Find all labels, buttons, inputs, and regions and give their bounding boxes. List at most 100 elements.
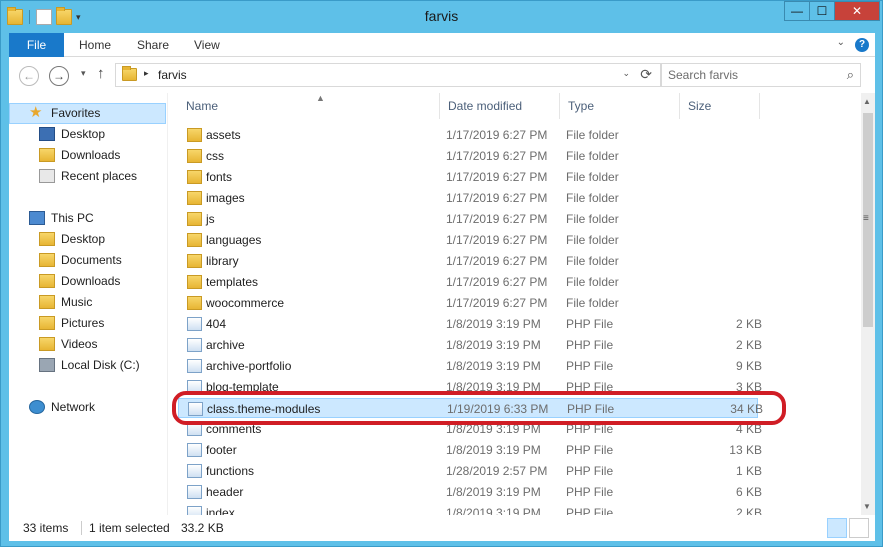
search-box[interactable]: ⌕ [661, 63, 861, 87]
back-button[interactable]: ← [19, 66, 39, 86]
folder-icon [187, 254, 202, 268]
file-size: 2 KB [735, 317, 762, 331]
folder-icon [187, 275, 202, 289]
column-size[interactable]: Size [680, 93, 760, 119]
tab-home[interactable]: Home [79, 33, 111, 57]
breadcrumb-farvis[interactable]: farvis [158, 68, 187, 82]
scroll-grip-icon: ≡ [863, 213, 869, 224]
file-type: File folder [566, 233, 619, 247]
breadcrumb-arrow-icon[interactable]: ▸ [144, 68, 149, 79]
search-icon[interactable]: ⌕ [847, 67, 854, 83]
file-name: library [206, 254, 239, 268]
forward-button[interactable]: → [49, 66, 69, 86]
title-bar[interactable]: ▾ farvis — ☐ ✕ [1, 1, 882, 33]
file-type: File folder [566, 296, 619, 310]
recent-locations-icon[interactable]: ▾ [81, 68, 86, 79]
column-name[interactable]: Name ▲ [178, 93, 440, 119]
window-controls: — ☐ ✕ [784, 1, 880, 21]
table-row[interactable]: css 1/17/2019 6:27 PM File folder [178, 146, 758, 166]
table-row[interactable]: woocommerce 1/17/2019 6:27 PM File folder [178, 293, 758, 313]
up-button[interactable]: ↑ [97, 65, 105, 82]
table-row[interactable]: assets 1/17/2019 6:27 PM File folder [178, 125, 758, 145]
file-type: PHP File [566, 464, 614, 478]
file-size: 1 KB [735, 464, 762, 478]
tab-view[interactable]: View [194, 33, 220, 57]
folder-icon [39, 232, 55, 246]
file-type: PHP File [566, 485, 614, 499]
column-date-modified[interactable]: Date modified [440, 93, 560, 119]
file-type: File folder [566, 170, 619, 184]
file-date-modified: 1/17/2019 6:27 PM [446, 149, 548, 163]
file-name: archive-portfolio [206, 359, 292, 373]
folder-icon [39, 337, 55, 351]
file-size: 13 KB [729, 443, 762, 457]
table-row[interactable]: fonts 1/17/2019 6:27 PM File folder [178, 167, 758, 187]
folder-icon [187, 212, 202, 226]
file-type: File folder [566, 275, 619, 289]
folder-icon [187, 170, 202, 184]
php-file-icon [187, 338, 202, 352]
table-row[interactable]: templates 1/17/2019 6:27 PM File folder [178, 272, 758, 292]
selection-count: 1 item selected [89, 521, 170, 535]
file-name: footer [206, 443, 237, 457]
file-size: 2 KB [735, 506, 762, 515]
table-row[interactable]: header 1/8/2019 3:19 PM PHP File 6 KB [178, 482, 762, 502]
file-date-modified: 1/8/2019 3:19 PM [446, 359, 541, 373]
help-icon[interactable]: ? [855, 38, 869, 52]
table-row[interactable]: library 1/17/2019 6:27 PM File folder [178, 251, 758, 271]
file-list: Name ▲ Date modified Type Size assets 1/1… [168, 93, 861, 515]
close-button[interactable]: ✕ [834, 1, 880, 21]
table-row[interactable]: js 1/17/2019 6:27 PM File folder [178, 209, 758, 229]
table-row[interactable]: index 1/8/2019 3:19 PM PHP File 2 KB [178, 503, 762, 515]
table-row[interactable]: archive-portfolio 1/8/2019 3:19 PM PHP Fil… [178, 356, 762, 376]
search-input[interactable] [668, 67, 828, 83]
file-name: index [206, 506, 235, 515]
table-row[interactable]: 404 1/8/2019 3:19 PM PHP File 2 KB [178, 314, 762, 334]
table-row[interactable]: languages 1/17/2019 6:27 PM File folder [178, 230, 758, 250]
file-size: 2 KB [735, 338, 762, 352]
folder-icon [187, 149, 202, 163]
navigation-bar: ← → ▾ ↑ ▸ farvis ⌄ ⟳ ⌕ [9, 57, 875, 93]
expand-ribbon-icon[interactable]: ⌄ [837, 37, 845, 48]
file-size: 9 KB [735, 359, 762, 373]
php-file-icon [187, 464, 202, 478]
minimize-button[interactable]: — [784, 1, 810, 21]
table-row[interactable]: images 1/17/2019 6:27 PM File folder [178, 188, 758, 208]
refresh-icon[interactable]: ⟳ [640, 66, 652, 83]
php-file-icon [187, 485, 202, 499]
table-row[interactable]: functions 1/28/2019 2:57 PM PHP File 1 KB [178, 461, 762, 481]
folder-icon [39, 316, 55, 330]
details-view-button[interactable] [827, 518, 847, 538]
file-date-modified: 1/17/2019 6:27 PM [446, 212, 548, 226]
table-row[interactable]: footer 1/8/2019 3:19 PM PHP File 13 KB [178, 440, 762, 460]
php-file-icon [187, 317, 202, 331]
tab-file[interactable]: File [9, 33, 64, 57]
item-count: 33 items [23, 521, 69, 535]
sort-ascending-icon: ▲ [316, 93, 325, 103]
downloads-icon [39, 148, 55, 162]
scroll-down-icon[interactable]: ▼ [863, 502, 871, 511]
vertical-scrollbar[interactable]: ▲ ≡ ▼ [861, 93, 875, 515]
file-name: fonts [206, 170, 233, 184]
file-date-modified: 1/17/2019 6:27 PM [446, 170, 548, 184]
column-type[interactable]: Type [560, 93, 680, 119]
file-date-modified: 1/8/2019 3:19 PM [446, 485, 541, 499]
recent-places-icon [39, 169, 55, 183]
file-type: PHP File [566, 338, 614, 352]
scroll-up-icon[interactable]: ▲ [863, 97, 871, 106]
file-name: archive [206, 338, 245, 352]
file-date-modified: 1/8/2019 3:19 PM [446, 317, 541, 331]
maximize-button[interactable]: ☐ [809, 1, 835, 21]
address-bar[interactable]: ▸ farvis ⌄ ⟳ [115, 63, 661, 87]
file-name: functions [206, 464, 255, 478]
address-dropdown-icon[interactable]: ⌄ [622, 68, 630, 79]
window-title: farvis [424, 8, 459, 24]
file-date-modified: 1/8/2019 3:19 PM [446, 443, 541, 457]
large-icons-view-button[interactable] [849, 518, 869, 538]
file-size: 6 KB [735, 485, 762, 499]
table-row[interactable]: archive 1/8/2019 3:19 PM PHP File 2 KB [178, 335, 762, 355]
file-type: PHP File [566, 359, 614, 373]
selection-size: 33.2 KB [181, 521, 224, 535]
tab-share[interactable]: Share [137, 33, 169, 57]
file-date-modified: 1/28/2019 2:57 PM [446, 464, 548, 478]
